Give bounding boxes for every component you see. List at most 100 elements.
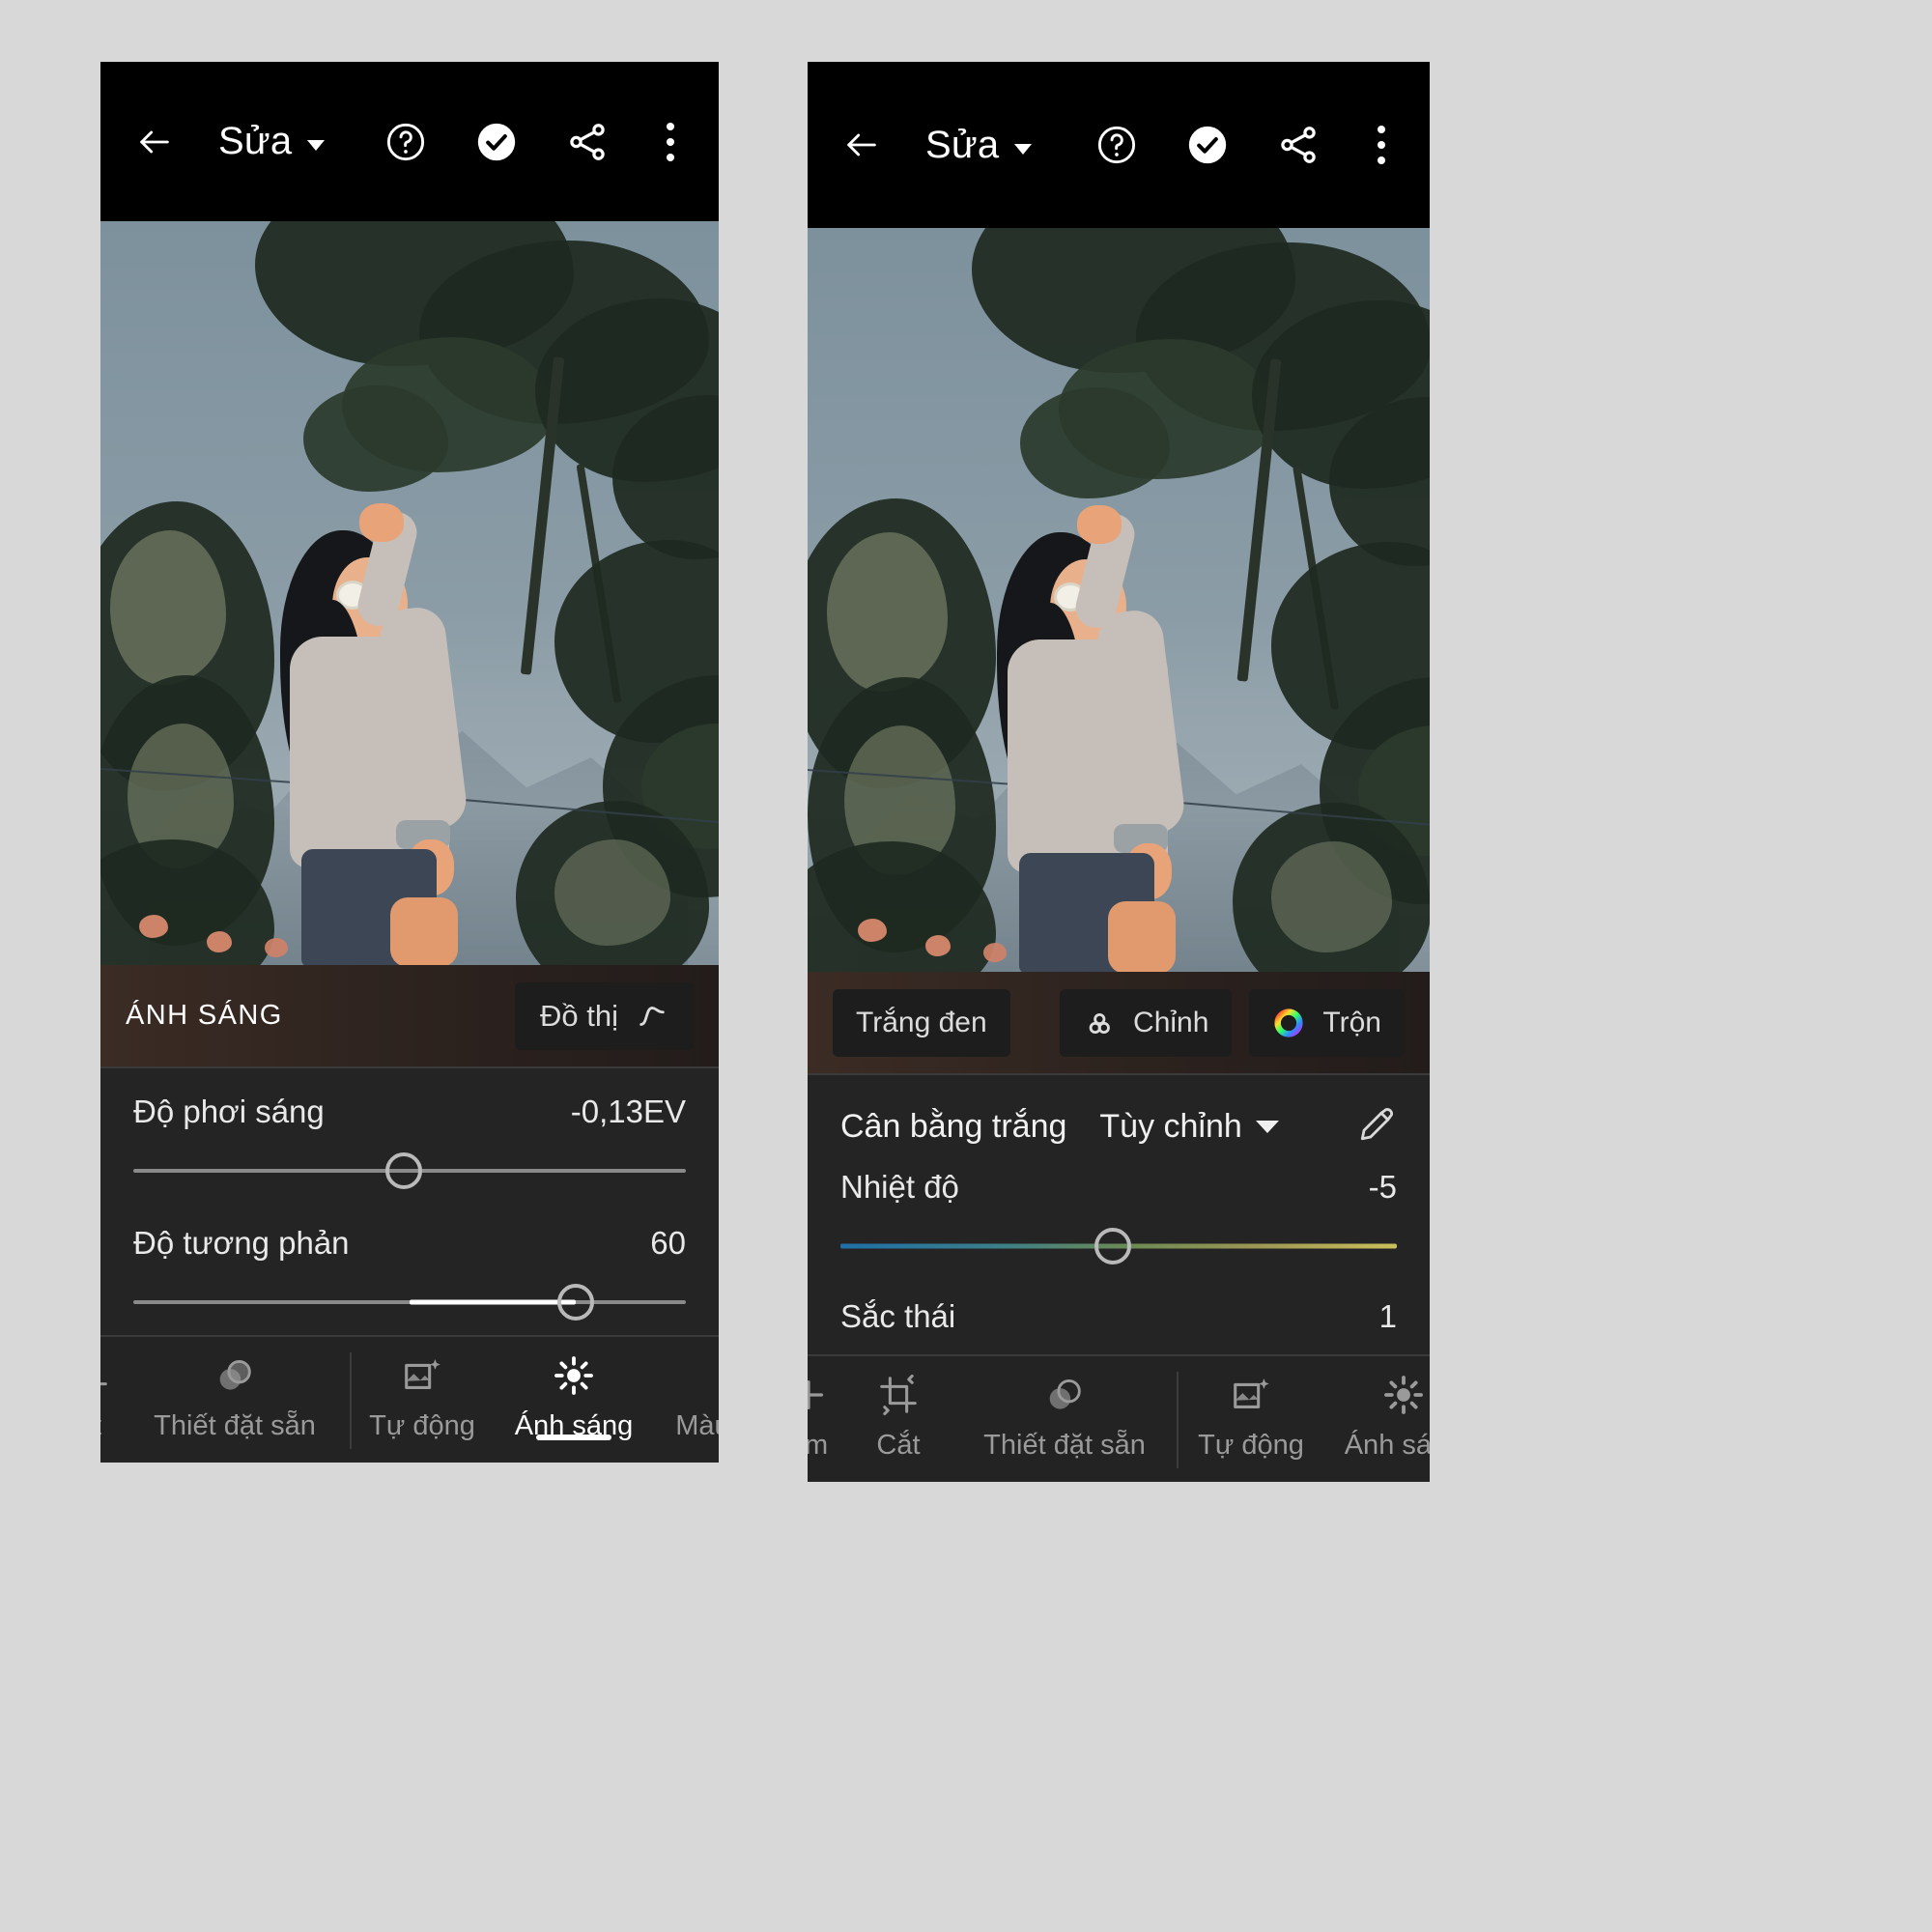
color-wheel-icon	[1274, 1008, 1304, 1037]
back-arrow-icon[interactable]	[128, 115, 182, 169]
nav-item-color[interactable]: Màu sắc	[655, 1337, 719, 1442]
light-icon	[1381, 1370, 1426, 1420]
help-icon[interactable]	[1088, 116, 1146, 174]
eyedropper-icon[interactable]	[1356, 1104, 1397, 1150]
foliage	[827, 532, 948, 692]
light-section-strip: ÁNH SÁNG Đồ thị	[100, 965, 719, 1066]
slider-label: Độ phơi sáng	[133, 1094, 325, 1129]
back-arrow-icon[interactable]	[835, 118, 889, 172]
help-icon[interactable]	[377, 113, 435, 171]
slider-knob[interactable]	[385, 1152, 423, 1189]
color-icon	[706, 1350, 719, 1401]
flower	[265, 938, 288, 957]
auto-icon	[400, 1350, 444, 1401]
slider-temperature[interactable]: Nhiệt độ -5	[808, 1155, 1430, 1275]
white-balance-value[interactable]: Tùy chỉnh	[1099, 1108, 1241, 1146]
slider-track[interactable]	[133, 1151, 686, 1190]
nav-item-auto[interactable]: Tự động	[352, 1337, 493, 1442]
screenshot-root: Sửa ÁNH SÁNG Đồ thị Độ phơi sáng -0,13EV…	[0, 0, 1932, 1932]
foliage	[1271, 841, 1392, 952]
bottom-nav-right: ểm Cắt Thiết đặt sẵn	[808, 1354, 1430, 1482]
nav-item-add-partial[interactable]: ểm	[808, 1356, 844, 1462]
slider-label: Độ tương phản	[133, 1225, 350, 1261]
nav-item-label: Cắt	[876, 1430, 921, 1461]
auto-icon	[1229, 1370, 1273, 1420]
overflow-icon[interactable]	[1360, 116, 1403, 174]
photo-preview-right[interactable]	[808, 228, 1430, 972]
slider-contrast[interactable]: Độ tương phản 60	[100, 1200, 719, 1331]
active-indicator	[536, 1435, 611, 1440]
nav-item-presets[interactable]: Thiết đặt sẵn	[952, 1356, 1177, 1462]
leg	[390, 897, 458, 965]
presets-icon	[1042, 1370, 1087, 1420]
leg	[1108, 901, 1176, 972]
nav-item-presets[interactable]: Thiết đặt sẵn	[120, 1337, 350, 1442]
nav-item-label: Tự động	[1198, 1430, 1304, 1461]
slider-knob[interactable]	[1094, 1228, 1132, 1264]
slider-track[interactable]	[133, 1283, 686, 1321]
black-and-white-label: Trắng đen	[856, 1006, 987, 1038]
slider-header: Độ phơi sáng -0,13EV	[133, 1094, 686, 1130]
title-dropdown-caret-icon[interactable]	[307, 140, 326, 151]
nav-item-label: ắt	[100, 1410, 101, 1442]
slider-value: 1	[1378, 1298, 1397, 1334]
page-title: Sửa	[218, 120, 293, 162]
check-icon[interactable]	[1179, 116, 1236, 174]
nav-item-label: Màu sắc	[675, 1410, 719, 1441]
white-balance-row[interactable]: Cân bằng trắng Tùy chỉnh	[808, 1075, 1430, 1155]
flower	[858, 919, 887, 942]
slider-header: Sắc thái 1	[840, 1298, 1397, 1335]
black-and-white-button[interactable]: Trắng đen	[833, 988, 1010, 1057]
mix-button[interactable]: Trộn	[1249, 988, 1405, 1057]
tone-curve-icon	[639, 1006, 665, 1026]
hand	[359, 503, 404, 542]
check-icon[interactable]	[468, 113, 526, 171]
chevron-down-icon[interactable]	[1255, 1121, 1279, 1133]
adjust-label: Chỉnh	[1133, 1006, 1209, 1038]
section-title: ÁNH SÁNG	[126, 1000, 283, 1031]
flower	[983, 943, 1007, 962]
bottom-nav-left: ắt Thiết đặt sẵn	[100, 1335, 719, 1463]
nav-item-label: ểm	[808, 1430, 828, 1462]
slider-label: Sắc thái	[840, 1298, 956, 1334]
slider-header: Độ tương phản 60	[133, 1225, 686, 1262]
title-dropdown-caret-icon[interactable]	[1014, 143, 1033, 155]
slider-header: Nhiệt độ -5	[840, 1169, 1397, 1206]
foliage	[1020, 387, 1170, 498]
nav-item-label: Tự động	[369, 1410, 475, 1441]
color-section-strip: Trắng đen Chỉnh Trộn	[808, 972, 1430, 1073]
presets-icon	[213, 1350, 257, 1401]
slider-label: Nhiệt độ	[840, 1169, 959, 1205]
add-icon	[808, 1370, 831, 1420]
slider-value: -0,13EV	[570, 1094, 686, 1129]
overflow-icon[interactable]	[649, 113, 692, 171]
photo-preview-left[interactable]	[100, 221, 719, 965]
nav-item-light[interactable]: Ánh sáng	[493, 1337, 655, 1442]
nav-item-crop-partial[interactable]: ắt	[100, 1337, 120, 1442]
flower	[925, 935, 951, 956]
flower	[139, 915, 168, 938]
phone-screen-right: Sửa Trắng đen Chỉnh Trộn Cân bằng trắng …	[808, 62, 1430, 1482]
slider-exposure[interactable]: Độ phơi sáng -0,13EV	[100, 1068, 719, 1200]
mix-dots-icon	[1089, 1012, 1110, 1034]
slider-knob[interactable]	[556, 1284, 594, 1321]
white-balance-label: Cân bằng trắng	[840, 1108, 1067, 1145]
share-icon[interactable]	[558, 113, 616, 171]
nav-item-crop[interactable]: Cắt	[844, 1356, 952, 1462]
page-title: Sửa	[925, 123, 1000, 166]
foliage	[110, 530, 226, 685]
mix-label: Trộn	[1322, 1006, 1381, 1038]
hand	[1077, 505, 1122, 544]
adjust-button[interactable]: Chỉnh	[1060, 988, 1233, 1057]
crop-icon	[876, 1370, 921, 1420]
foliage	[303, 385, 448, 492]
crop-icon	[100, 1350, 112, 1401]
phone-screen-left: Sửa ÁNH SÁNG Đồ thị Độ phơi sáng -0,13EV…	[100, 62, 719, 1463]
nav-item-light[interactable]: Ánh sáng	[1323, 1356, 1430, 1462]
foliage	[554, 839, 670, 946]
curve-button[interactable]: Đồ thị	[515, 981, 694, 1050]
share-icon[interactable]	[1269, 116, 1327, 174]
slider-track[interactable]	[840, 1227, 1397, 1265]
slider-value: -5	[1368, 1169, 1397, 1205]
nav-item-auto[interactable]: Tự động	[1179, 1356, 1323, 1462]
